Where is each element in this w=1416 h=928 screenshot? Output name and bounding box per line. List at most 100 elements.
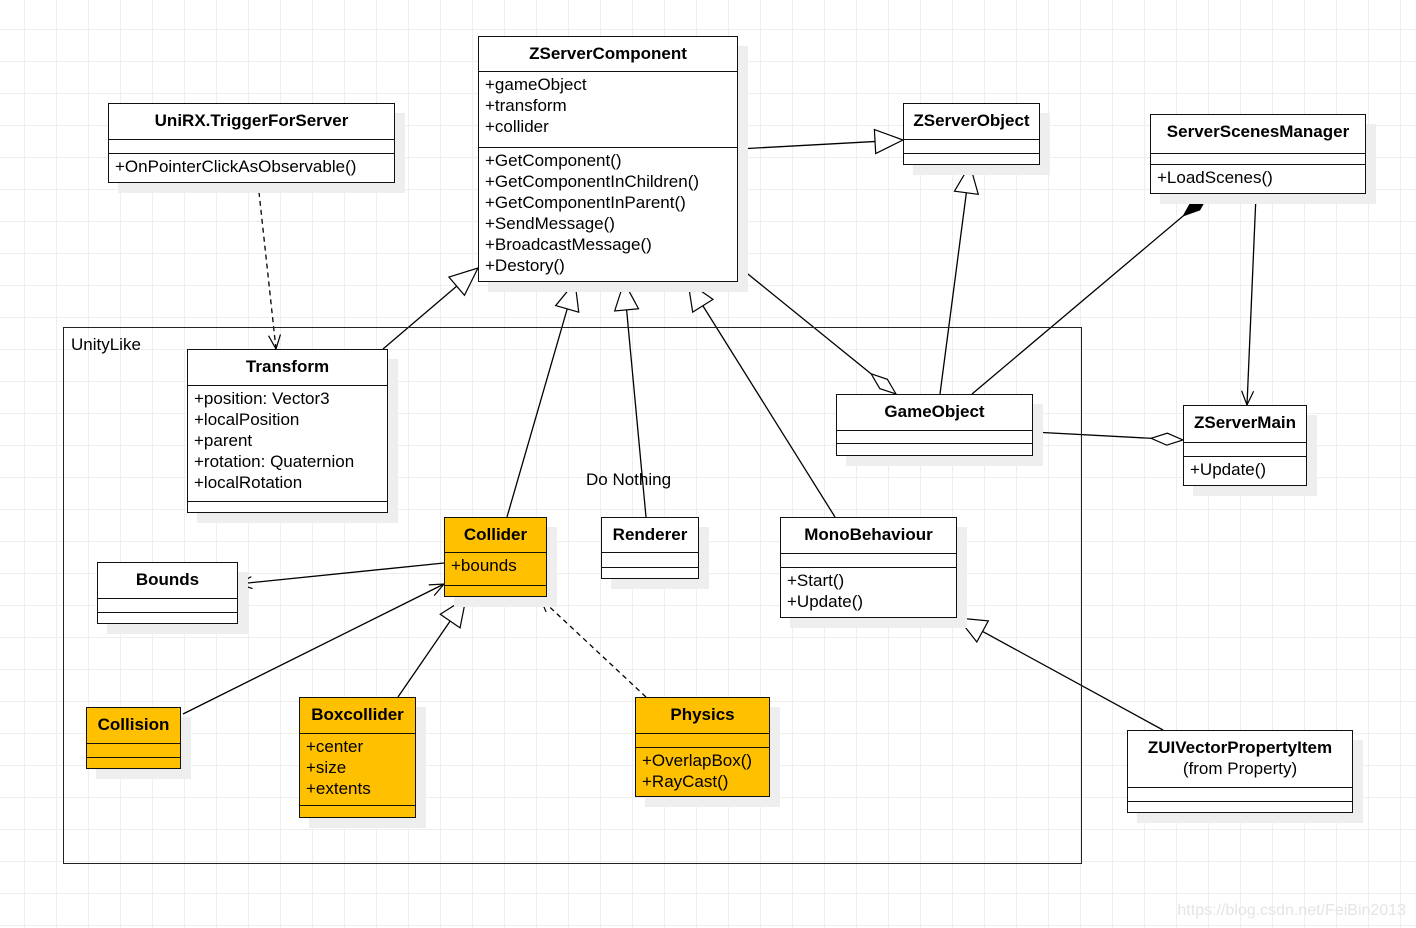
class-name: Physics [670, 705, 735, 724]
class-serverscenesmanager[interactable]: ServerScenesManager +LoadScenes() [1150, 114, 1366, 194]
class-name: MonoBehaviour [804, 525, 933, 544]
method: +LoadScenes() [1157, 168, 1273, 187]
attribute: +localRotation [194, 473, 303, 492]
class-boxcollider[interactable]: Boxcollider +center +size +extents [299, 697, 416, 818]
class-zuivector[interactable]: ZUIVectorPropertyItem (from Property) [1127, 730, 1353, 813]
method: +Update() [787, 592, 864, 611]
attribute: +position: Vector3 [194, 389, 330, 408]
methods-compartment: +LoadScenes() [1151, 164, 1365, 193]
method: +Destory() [485, 256, 565, 275]
methods-compartment: +GetComponent() +GetComponentInChildren()… [479, 147, 737, 281]
attributes-compartment [1184, 442, 1306, 456]
attributes-compartment [781, 553, 956, 567]
method: +RayCast() [642, 772, 729, 791]
attribute: +collider [485, 117, 549, 136]
class-name: Transform [245, 357, 330, 376]
attributes-compartment [602, 552, 698, 567]
method: +BroadcastMessage() [485, 235, 652, 254]
class-name: ZServerObject [913, 111, 1030, 130]
relation-dependency-unirx-transform[interactable] [257, 182, 276, 349]
class-name-compartment: Physics [636, 698, 769, 733]
class-name-compartment: ZServerObject [904, 104, 1039, 139]
class-collider[interactable]: Collider +bounds [444, 517, 547, 597]
method: +SendMessage() [485, 214, 615, 233]
methods-compartment [445, 585, 546, 596]
attribute: +transform [485, 96, 567, 115]
class-name-compartment: ZServerComponent [479, 37, 737, 71]
class-bounds[interactable]: Bounds [97, 562, 238, 624]
class-zserverobject[interactable]: ZServerObject [903, 103, 1040, 165]
class-name: ServerScenesManager [1166, 122, 1350, 141]
class-name-compartment: ZServerMain [1184, 406, 1306, 442]
attributes-compartment [636, 733, 769, 747]
class-name: Collision [97, 715, 170, 734]
class-name-compartment: Renderer [602, 518, 698, 552]
attributes-compartment: +gameObject +transform +collider [479, 71, 737, 147]
class-subtitle: (from Property) [1182, 759, 1298, 778]
attributes-compartment [1151, 153, 1365, 164]
class-name: Boxcollider [311, 705, 404, 724]
class-name-compartment: MonoBehaviour [781, 518, 956, 553]
class-name-compartment: Bounds [98, 563, 237, 598]
methods-compartment [87, 757, 180, 768]
class-zservercomponent[interactable]: ZServerComponent +gameObject +transform +co… [478, 36, 738, 282]
attributes-compartment: +bounds [445, 552, 546, 585]
attributes-compartment [1128, 787, 1352, 801]
class-name-compartment: Boxcollider [300, 698, 415, 733]
class-collision[interactable]: Collision [86, 707, 181, 769]
attributes-compartment [837, 430, 1032, 443]
class-name-compartment: UniRX.TriggerForServer [109, 104, 394, 139]
class-zservermain[interactable]: ZServerMain +Update() [1183, 405, 1307, 486]
method: +OnPointerClickAsObservable() [115, 157, 357, 176]
class-name: GameObject [884, 402, 985, 421]
attribute: +gameObject [485, 75, 587, 94]
class-name: ZServerComponent [529, 44, 687, 63]
relation-generalization-zservercomponent-zserverobject[interactable] [737, 140, 903, 149]
methods-compartment [1128, 801, 1352, 812]
class-monobehaviour[interactable]: MonoBehaviour +Start() +Update() [780, 517, 957, 618]
class-gameobject[interactable]: GameObject [836, 394, 1033, 456]
attribute: +rotation: Quaternion [194, 452, 355, 471]
class-name: ZServerMain [1193, 413, 1297, 432]
methods-compartment [98, 612, 237, 623]
class-unirx[interactable]: UniRX.TriggerForServer +OnPointerClickAsO… [108, 103, 395, 183]
method: +GetComponentInChildren() [485, 172, 700, 191]
relation-association-serverscenesmanager-zservermain[interactable] [1247, 194, 1257, 405]
class-physics[interactable]: Physics +OverlapBox() +RayCast() [635, 697, 770, 797]
attributes-compartment: +center +size +extents [300, 733, 415, 805]
methods-compartment: +OnPointerClickAsObservable() [109, 153, 394, 182]
watermark: https://blog.csdn.net/FeiBin2013 [1177, 902, 1406, 919]
attribute: +parent [194, 431, 253, 450]
attributes-compartment [109, 139, 394, 153]
methods-compartment [837, 443, 1032, 455]
methods-compartment [300, 805, 415, 817]
note-do-nothing: Do Nothing [586, 470, 672, 489]
class-renderer[interactable]: Renderer [601, 517, 699, 579]
methods-compartment: +OverlapBox() +RayCast() [636, 747, 769, 796]
methods-compartment [602, 567, 698, 578]
attribute: +localPosition [194, 410, 300, 429]
class-name-compartment: Collider [445, 518, 546, 552]
method: +OverlapBox() [642, 751, 753, 770]
method: +GetComponent() [485, 151, 622, 170]
methods-compartment [188, 501, 387, 512]
method: +GetComponentInParent() [485, 193, 686, 212]
class-transform[interactable]: Transform +position: Vector3 +localPositio… [187, 349, 388, 513]
class-name-compartment: Collision [87, 708, 180, 743]
methods-compartment: +Update() [1184, 456, 1306, 485]
class-name-compartment: ZUIVectorPropertyItem (from Property) [1128, 731, 1352, 787]
method: +Start() [787, 571, 845, 590]
attributes-compartment [87, 743, 180, 757]
attribute: +center [306, 737, 364, 756]
methods-compartment: +Start() +Update() [781, 567, 956, 617]
class-name: UniRX.TriggerForServer [154, 111, 349, 130]
package-label: UnityLike [71, 335, 141, 354]
class-name: Renderer [612, 525, 688, 544]
class-name-compartment: Transform [188, 350, 387, 385]
attribute: +bounds [451, 556, 517, 575]
class-name: ZUIVectorPropertyItem [1147, 738, 1333, 757]
class-name: Collider [463, 525, 528, 544]
attribute: +size [306, 758, 347, 777]
methods-compartment [904, 153, 1039, 164]
class-name-compartment: GameObject [837, 395, 1032, 430]
